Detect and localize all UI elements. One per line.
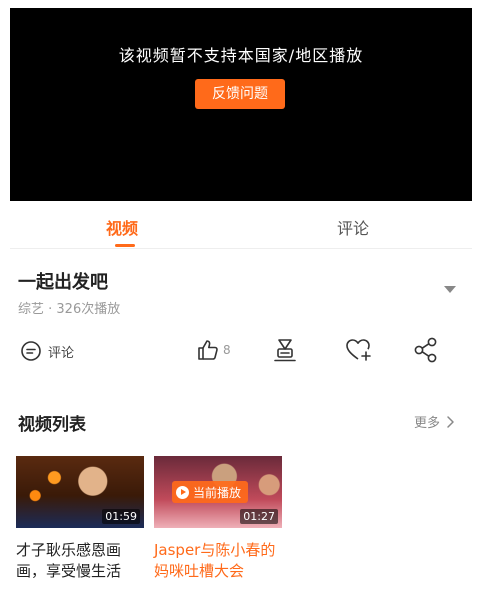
like-count: 8 xyxy=(223,343,231,357)
playlist-item-title: 才子耿乐感恩画画，享受慢生活 xyxy=(16,541,122,580)
playlist-item[interactable]: 01:59 才子耿乐感恩画画，享受慢生活 xyxy=(16,456,144,582)
video-player[interactable]: 该视频暂不支持本国家/地区播放 反馈问题 xyxy=(10,8,472,201)
play-icon xyxy=(176,485,189,499)
action-bar: 评论 8 xyxy=(0,332,480,372)
feedback-button[interactable]: 反馈问题 xyxy=(195,79,285,109)
video-thumbnail: 当前播放 01:27 xyxy=(154,456,282,528)
favorite-icon xyxy=(346,339,371,361)
video-title: 一起出发吧 xyxy=(18,272,108,293)
now-playing-badge: 当前播放 xyxy=(172,481,249,503)
video-duration: 01:59 xyxy=(102,509,140,524)
chevron-right-icon xyxy=(447,415,454,428)
favorite-button[interactable] xyxy=(344,336,374,368)
playlist-title: 视频列表 xyxy=(18,415,86,435)
expand-details-icon[interactable] xyxy=(444,286,456,293)
comment-icon xyxy=(21,341,41,361)
like-button[interactable]: 8 xyxy=(196,336,231,364)
more-link[interactable]: 更多 xyxy=(414,412,456,431)
playlist-item-current[interactable]: 当前播放 01:27 Jasper与陈小春的妈咪吐槽大会 xyxy=(154,456,282,582)
more-label: 更多 xyxy=(414,416,441,431)
now-playing-label: 当前播放 xyxy=(193,485,242,500)
playlist-item-title: Jasper与陈小春的妈咪吐槽大会 xyxy=(154,541,276,580)
tab-bar: 视频 评论 xyxy=(10,201,472,249)
active-tab-indicator xyxy=(115,244,135,247)
coin-icon xyxy=(274,339,296,362)
share-button[interactable] xyxy=(413,336,439,368)
coin-button[interactable] xyxy=(271,336,299,368)
like-icon xyxy=(198,340,218,360)
tab-video[interactable]: 视频 xyxy=(106,215,138,239)
share-icon xyxy=(414,337,437,363)
comment-button[interactable]: 评论 xyxy=(20,338,74,364)
video-duration: 01:27 xyxy=(240,509,278,524)
comment-label: 评论 xyxy=(48,345,75,361)
video-meta: 综艺 · 326次播放 xyxy=(18,302,121,317)
region-restriction-message: 该视频暂不支持本国家/地区播放 xyxy=(118,46,364,65)
tab-comments[interactable]: 评论 xyxy=(337,215,369,239)
video-thumbnail: 01:59 xyxy=(16,456,144,528)
